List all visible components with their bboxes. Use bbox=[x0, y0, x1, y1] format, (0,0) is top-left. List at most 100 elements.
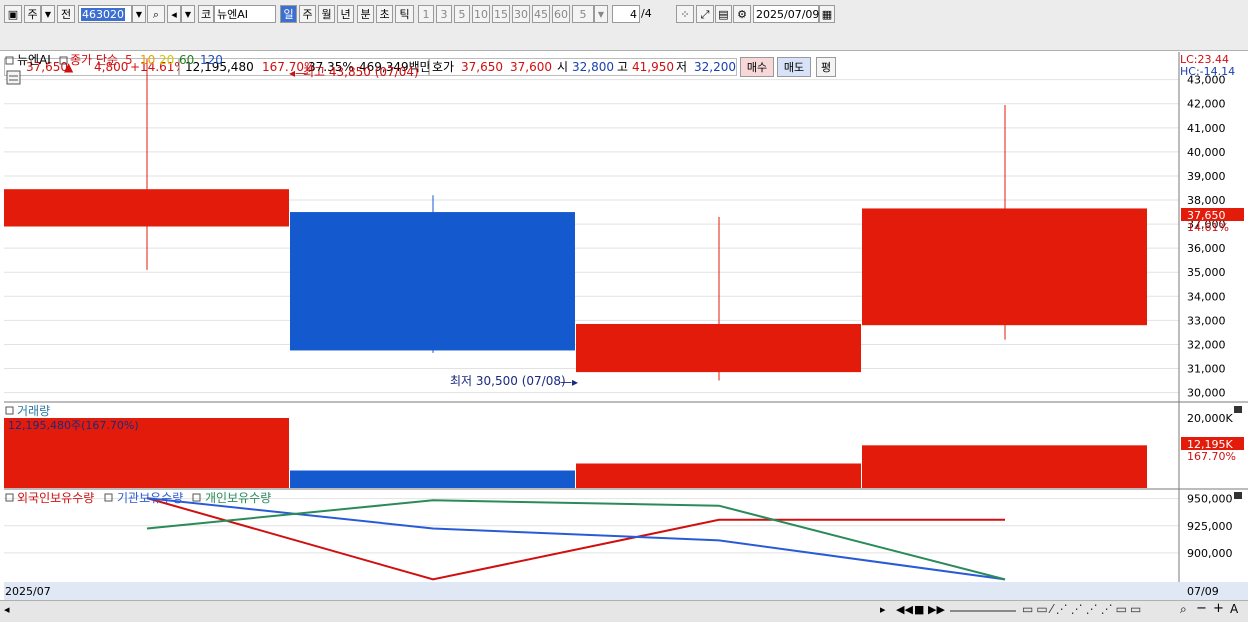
save-icon[interactable]: ▤ bbox=[715, 5, 732, 23]
period-tick[interactable]: 틱 bbox=[395, 5, 414, 23]
holding-tick-label: 925,000 bbox=[1187, 520, 1233, 533]
legend-ma-120: 120 bbox=[200, 53, 223, 67]
stock-name-field[interactable]: 뉴엔AI bbox=[214, 5, 276, 23]
date-axis bbox=[4, 582, 1248, 600]
maximize-icon[interactable] bbox=[1234, 492, 1242, 499]
period-minute[interactable]: 분 bbox=[357, 5, 374, 23]
text-tool-icon[interactable]: A bbox=[1230, 602, 1238, 616]
price-tick-label: 42,000 bbox=[1187, 98, 1226, 111]
period-year[interactable]: 년 bbox=[337, 5, 354, 23]
period-select[interactable]: 주 bbox=[24, 5, 41, 23]
chevron-down-icon[interactable]: ▼ bbox=[132, 5, 146, 23]
count-input[interactable]: 5 bbox=[572, 5, 594, 23]
legend-stock-name: 뉴엔AI bbox=[17, 53, 51, 67]
y-axis-ticks: 30,000 31,000 32,000 33,000 34,000 35,000 36,0… bbox=[1187, 74, 1233, 560]
scroll-left-icon[interactable]: ◂ bbox=[4, 603, 10, 616]
holding-line-1 bbox=[146, 497, 1006, 581]
price-tick-label: 40,000 bbox=[1187, 146, 1226, 159]
interval-5[interactable]: 5 bbox=[454, 5, 470, 23]
drawing-tools-icons[interactable]: ▭▭⁄⋰⋰⋰⋰▭▭ bbox=[1022, 602, 1144, 616]
chart-area[interactable]: 30,000 31,000 32,000 33,000 34,000 35,000 36,0… bbox=[4, 52, 1248, 600]
legend-ma-10: 10 bbox=[140, 53, 155, 67]
scroll-right-icon[interactable]: ▸ bbox=[880, 603, 886, 616]
chevron-down-icon[interactable]: ▼ bbox=[594, 5, 608, 23]
chevron-down-icon[interactable]: ▼ bbox=[181, 5, 195, 23]
page-input[interactable]: 4 bbox=[612, 5, 640, 23]
panel-toggle-icon[interactable] bbox=[5, 56, 14, 65]
full-button[interactable]: 전 bbox=[57, 5, 75, 23]
interval-60[interactable]: 60 bbox=[552, 5, 570, 23]
interval-3[interactable]: 3 bbox=[436, 5, 452, 23]
period-week[interactable]: 주 bbox=[299, 5, 316, 23]
period-day[interactable]: 일 bbox=[280, 5, 297, 23]
volume-bar bbox=[862, 445, 1147, 488]
legend-ma-title: 종가 단순 bbox=[70, 53, 118, 67]
candles bbox=[4, 59, 1147, 381]
search-icon[interactable]: ⌕ bbox=[147, 5, 165, 23]
interval-15[interactable]: 15 bbox=[492, 5, 510, 23]
hc-value: HC:-14.14 bbox=[1180, 65, 1235, 78]
price-tick-label: 32,000 bbox=[1187, 338, 1226, 351]
scroll-bar[interactable]: ◂ ▸ ◀◀ ■ ▶▶ ▭▭⁄⋰⋰⋰⋰▭▭ ⌕ − + A bbox=[0, 600, 1248, 622]
holding-inst-title: 기관보유수량 bbox=[117, 491, 183, 505]
candle-body bbox=[290, 212, 575, 351]
candle-body bbox=[862, 208, 1147, 326]
chevron-down-icon[interactable]: ▼ bbox=[41, 5, 55, 23]
volume-bar bbox=[576, 463, 861, 488]
price-tick-label: 31,000 bbox=[1187, 363, 1226, 376]
zoom-slider[interactable] bbox=[950, 610, 1016, 612]
date-input[interactable]: 2025/07/09 bbox=[753, 5, 819, 23]
forward-icon[interactable]: ▶▶ bbox=[928, 603, 945, 616]
interval-30[interactable]: 30 bbox=[512, 5, 530, 23]
rewind-icon[interactable]: ◀◀ bbox=[896, 603, 913, 616]
date-end: 07/09 bbox=[1187, 585, 1219, 598]
holding-line-0 bbox=[146, 497, 1005, 581]
volume-badge-pct: 167.70% bbox=[1187, 450, 1236, 463]
calendar-icon[interactable]: ▦ bbox=[819, 5, 835, 23]
low-annotation-arrow: —▸ bbox=[560, 375, 578, 389]
stop-icon[interactable]: ■ bbox=[914, 603, 924, 616]
period-select-label: 주 bbox=[27, 8, 38, 21]
stock-chart[interactable]: 30,000 31,000 32,000 33,000 34,000 35,000 36,0… bbox=[4, 52, 1248, 600]
price-tick-label: 33,000 bbox=[1187, 314, 1226, 327]
panel-toggle-icon[interactable] bbox=[5, 406, 14, 415]
low-annotation: 최저 30,500 (07/08) bbox=[450, 374, 566, 388]
market-button[interactable]: 코 bbox=[198, 5, 214, 23]
zoom-in-icon[interactable]: + bbox=[1213, 601, 1224, 616]
volume-info: 12,195,480주(167.70%) bbox=[8, 419, 139, 432]
interval-10[interactable]: 10 bbox=[472, 5, 490, 23]
candle-body bbox=[4, 189, 289, 227]
price-tick-label: 38,000 bbox=[1187, 194, 1226, 207]
period-month[interactable]: 월 bbox=[318, 5, 335, 23]
holding-tick-label: 950,000 bbox=[1187, 493, 1233, 506]
interval-1[interactable]: 1 bbox=[418, 5, 434, 23]
volume-title: 거래량 bbox=[17, 404, 50, 418]
price-tick-label: 34,000 bbox=[1187, 290, 1226, 303]
stock-code-input[interactable]: 463020 bbox=[78, 5, 132, 23]
page-total: /4 bbox=[641, 7, 652, 20]
table-icon[interactable] bbox=[6, 70, 21, 85]
period-second[interactable]: 초 bbox=[376, 5, 393, 23]
toolbar: ▣ 주 ▼ 전 463020 ▼ ⌕ ◂ ▼ 코 뉴엔AI 일 주 월 년 분 … bbox=[0, 0, 1248, 29]
holding-retail-title: 개인보유수량 bbox=[205, 491, 271, 505]
stock-code-value: 463020 bbox=[81, 8, 125, 21]
gear-icon[interactable]: ⚙ bbox=[733, 5, 751, 23]
dots-icon[interactable]: ⁘ bbox=[676, 5, 694, 23]
price-tick-label: 41,000 bbox=[1187, 122, 1226, 135]
speaker-icon[interactable]: ◂ bbox=[167, 5, 181, 23]
price-tick-label: 30,000 bbox=[1187, 387, 1226, 400]
window-menu-icon[interactable]: ▣ bbox=[4, 5, 22, 23]
volume-tick-label: 20,000K bbox=[1187, 412, 1233, 425]
panel-toggle-icon[interactable] bbox=[59, 56, 68, 65]
interval-45[interactable]: 45 bbox=[532, 5, 550, 23]
panel-toggle-icon[interactable] bbox=[192, 493, 201, 502]
zoom-out-icon[interactable]: − bbox=[1196, 601, 1207, 616]
legend-ma-60: 60 bbox=[179, 53, 194, 67]
legend-ma-20: 20 bbox=[159, 53, 174, 67]
maximize-icon[interactable] bbox=[1234, 406, 1242, 413]
panel-toggle-icon[interactable] bbox=[5, 493, 14, 502]
volume-bar bbox=[290, 470, 575, 488]
draw-icon[interactable]: ⤢ bbox=[696, 5, 714, 23]
zoom-search-icon[interactable]: ⌕ bbox=[1180, 602, 1187, 617]
panel-toggle-icon[interactable] bbox=[104, 493, 113, 502]
